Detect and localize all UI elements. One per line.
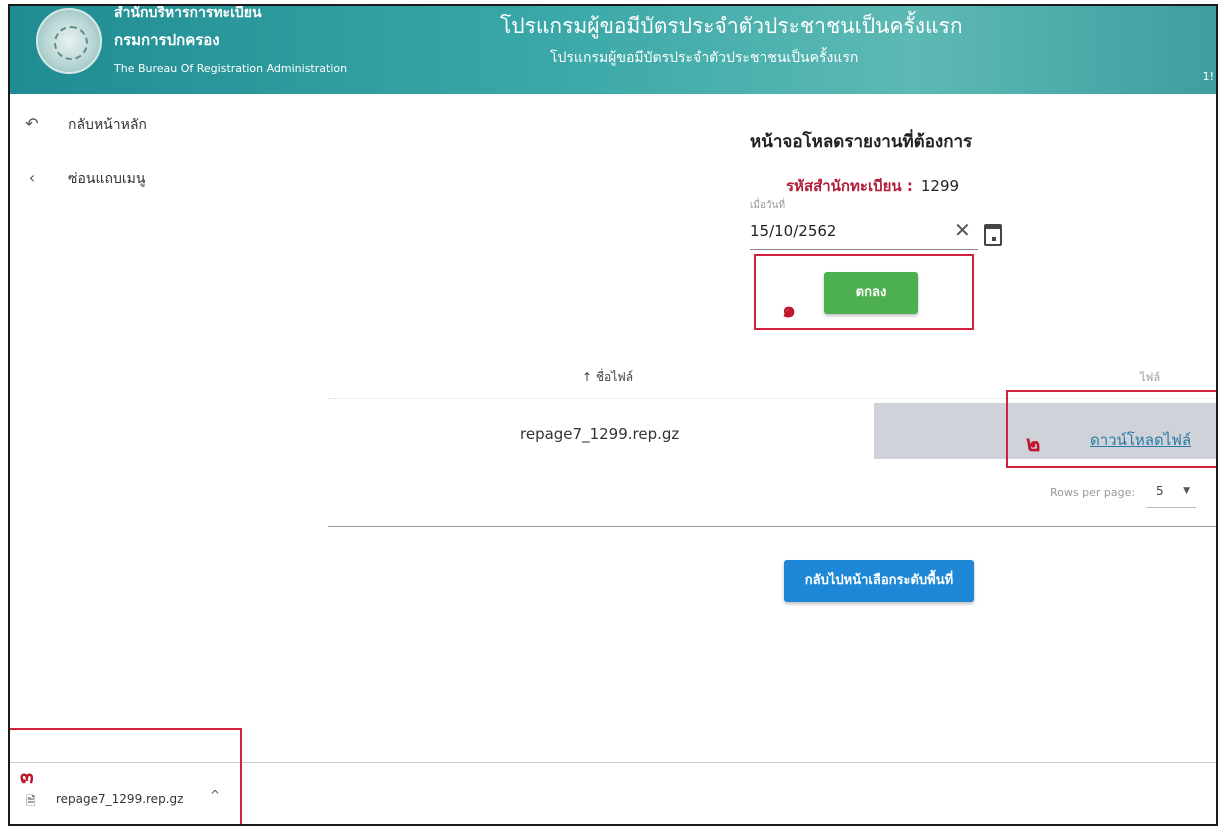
rows-per-page-select[interactable]: 5 ▼ xyxy=(1146,478,1196,508)
step2-number: ๒ xyxy=(1026,432,1041,457)
undo-icon: ↶ xyxy=(25,114,39,133)
app-title-sub: โปรแกรมผู้ขอมีบัตรประจำตัวประชาชนเป็นครั… xyxy=(550,50,859,66)
calendar-icon[interactable] xyxy=(984,224,1002,246)
sidebar-item-home[interactable]: ↶ กลับหน้าหลัก xyxy=(10,114,310,168)
sidebar-item-hide-menu[interactable]: ‹ ซ่อนแถบเมนู xyxy=(10,168,310,222)
page-title: หน้าจอโหลดรายงานที่ต้องการ xyxy=(750,132,973,152)
clear-date-icon[interactable]: ✕ xyxy=(954,218,971,242)
sidebar-item-label: ซ่อนแถบเมนู xyxy=(68,171,146,187)
file-name-cell: repage7_1299.rep.gz xyxy=(520,425,680,443)
dropdown-arrow-icon: ▼ xyxy=(1183,486,1190,496)
app-window: สำนักบริหารการทะเบียน กรมการปกครอง The B… xyxy=(8,4,1218,826)
org-name-line1: สำนักบริหารการทะเบียน xyxy=(114,5,262,21)
office-code: รหัสสำนักทะเบียน : 1299 xyxy=(786,174,959,198)
app-header: สำนักบริหารการทะเบียน กรมการปกครอง The B… xyxy=(10,6,1216,94)
rows-per-page-value: 5 xyxy=(1156,484,1164,498)
chevron-left-icon: ‹ xyxy=(28,168,36,187)
app-title: โปรแกรมผู้ขอมีบัตรประจำตัวประชาชนเป็นครั… xyxy=(500,10,963,69)
table-divider xyxy=(328,526,1216,527)
header-right-text: 1! xyxy=(1202,70,1214,83)
step1-number: ๑ xyxy=(782,298,796,323)
column-header-file: ไฟล์ xyxy=(1140,371,1161,384)
step3-highlight-box xyxy=(10,728,242,824)
date-field xyxy=(750,216,978,250)
sidebar: ↶ กลับหน้าหลัก ‹ ซ่อนแถบเมนู xyxy=(10,114,310,222)
column-header-filename[interactable]: ↑ ชื่อไฟล์ xyxy=(582,368,633,387)
sidebar-item-label: กลับหน้าหลัก xyxy=(68,117,147,133)
rows-per-page-label: Rows per page: xyxy=(1050,486,1136,499)
date-field-label: เมื่อวันที่ xyxy=(750,200,786,211)
date-input[interactable] xyxy=(750,216,940,246)
org-name-english: The Bureau Of Registration Administratio… xyxy=(114,62,348,75)
step3-number: ๓ xyxy=(20,764,34,788)
office-code-label: รหัสสำนักทะเบียน : xyxy=(786,177,913,195)
org-name: สำนักบริหารการทะเบียน กรมการปกครอง The B… xyxy=(114,6,347,75)
app-title-main: โปรแกรมผู้ขอมีบัตรประจำตัวประชาชนเป็นครั… xyxy=(500,14,963,38)
office-code-value: 1299 xyxy=(920,177,960,195)
ok-button[interactable]: ตกลง xyxy=(824,272,918,314)
bureau-logo xyxy=(36,8,102,74)
back-to-area-button[interactable]: กลับไปหน้าเลือกระดับพื้นที่ xyxy=(784,560,974,602)
org-name-line2: กรมการปกครอง xyxy=(114,31,220,49)
